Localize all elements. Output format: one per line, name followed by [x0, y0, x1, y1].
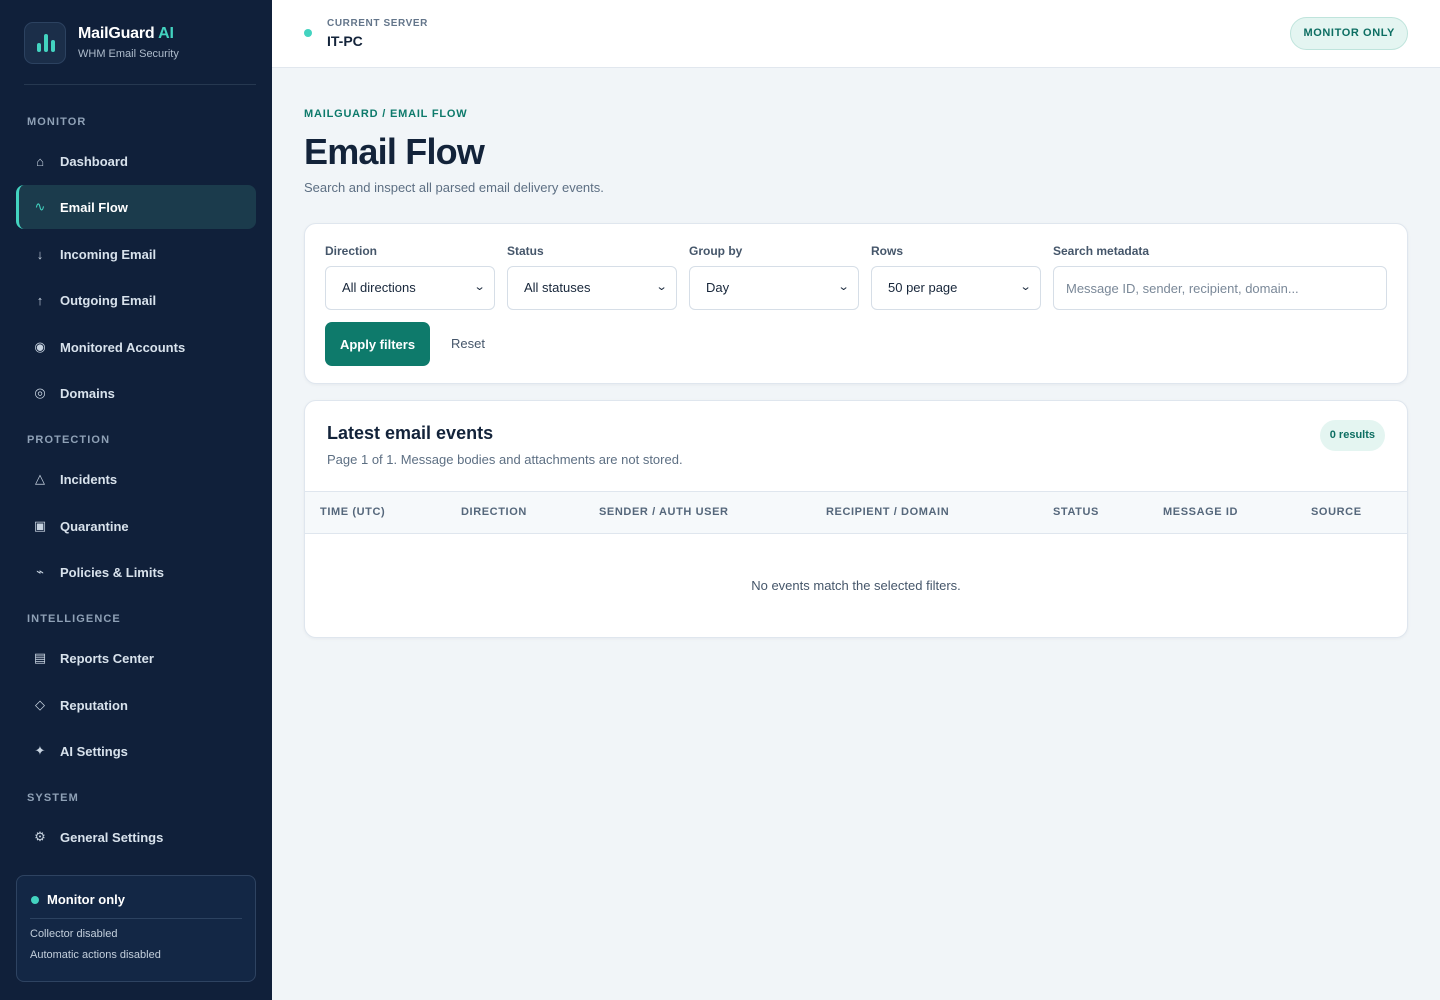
rows-label: Rows	[871, 244, 904, 258]
sidebar-item-ai-settings[interactable]: ✦ AI Settings	[16, 729, 256, 773]
direction-select-value: All directions	[342, 280, 416, 295]
chevron-down-icon: ⌄	[655, 281, 668, 293]
sidebar-item-label: AI Settings	[60, 743, 128, 759]
sidebar-item-label: Dashboard	[60, 153, 128, 169]
search-input[interactable]	[1053, 266, 1387, 310]
home-icon: ⌂	[36, 153, 44, 169]
sidebar-item-label: Policies & Limits	[60, 564, 165, 580]
warning-icon: △	[35, 471, 45, 486]
sidebar-item-label: Incoming Email	[60, 246, 157, 262]
section-label-intelligence: INTELLIGENCE	[27, 613, 121, 625]
direction-select[interactable]: All directions ⌄	[325, 266, 495, 310]
sidebar-item-reports-center[interactable]: ▤ Reports Center	[16, 636, 256, 680]
brand-name: MailGuard AI	[78, 25, 174, 43]
brand-subtitle: WHM Email Security	[78, 48, 179, 60]
sidebar-item-label: Email Flow	[60, 199, 128, 215]
chevron-down-icon: ⌄	[1019, 281, 1032, 293]
flow-icon: ∿	[34, 199, 46, 214]
quarantine-icon: ▣	[33, 518, 47, 533]
section-label-protection: PROTECTION	[27, 434, 111, 446]
monitor-only-badge[interactable]: MONITOR ONLY	[1290, 17, 1408, 50]
sidebar-item-incoming-email[interactable]: ↓ Incoming Email	[16, 232, 256, 276]
sidebar-item-label: Incidents	[60, 471, 118, 487]
sidebar-item-general-settings[interactable]: ⚙ General Settings	[16, 815, 256, 859]
group-by-select-value: Day	[706, 280, 730, 295]
section-label-monitor: MONITOR	[27, 116, 87, 128]
sidebar-item-label: General Settings	[60, 829, 164, 845]
logo-icon	[24, 22, 66, 64]
arrow-up-icon: ↑	[36, 292, 44, 308]
sidebar-item-email-flow[interactable]: ∿ Email Flow	[16, 185, 256, 229]
direction-label: Direction	[325, 244, 378, 258]
sidebar-item-outgoing-email[interactable]: ↑ Outgoing Email	[16, 278, 256, 322]
domains-icon: ◎	[34, 385, 46, 400]
brand-name-text: MailGuard	[78, 25, 155, 42]
column-header-time[interactable]: TIME (UTC)	[320, 506, 385, 518]
apply-filters-button[interactable]: Apply filters	[325, 322, 430, 366]
chevron-down-icon: ⌄	[473, 281, 486, 293]
events-card: Latest email events Page 1 of 1. Message…	[304, 400, 1408, 638]
policies-icon: ⌁	[36, 564, 44, 579]
accounts-icon: ◉	[34, 339, 46, 354]
sidebar: MailGuard AI WHM Email Security MONITOR …	[0, 0, 272, 1000]
status-label: Status	[507, 244, 544, 258]
sparkle-icon: ✦	[34, 743, 46, 758]
server-label: CURRENT SERVER	[327, 18, 429, 29]
column-header-source[interactable]: SOURCE	[1311, 506, 1362, 518]
empty-state-message: No events match the selected filters.	[751, 578, 961, 593]
status-select[interactable]: All statuses ⌄	[507, 266, 677, 310]
group-by-label: Group by	[689, 244, 743, 258]
chevron-down-icon: ⌄	[837, 281, 850, 293]
server-name: IT-PC	[327, 33, 363, 49]
column-header-direction[interactable]: DIRECTION	[461, 506, 527, 518]
diamond-icon: ◇	[35, 697, 45, 712]
divider	[30, 918, 242, 919]
column-header-sender[interactable]: SENDER / AUTH USER	[599, 506, 729, 518]
page-title: Email Flow	[304, 131, 485, 172]
sidebar-item-reputation[interactable]: ◇ Reputation	[16, 683, 256, 727]
status-dot-icon	[31, 896, 39, 904]
sidebar-item-label: Reports Center	[60, 650, 154, 666]
brand[interactable]: MailGuard AI WHM Email Security	[24, 22, 256, 85]
events-subtitle: Page 1 of 1. Message bodies and attachme…	[327, 452, 683, 467]
sidebar-item-incidents[interactable]: △ Incidents	[16, 457, 256, 501]
breadcrumb: MAILGUARD / EMAIL FLOW	[304, 108, 468, 120]
status-select-value: All statuses	[524, 280, 591, 295]
server-status-dot-icon	[304, 29, 312, 37]
section-label-system: SYSTEM	[27, 792, 79, 804]
results-count-badge: 0 results	[1319, 420, 1385, 451]
sidebar-item-label: Outgoing Email	[60, 292, 157, 308]
column-header-message-id[interactable]: MESSAGE ID	[1163, 506, 1238, 518]
reports-icon: ▤	[33, 650, 47, 665]
sidebar-item-label: Domains	[60, 385, 115, 401]
arrow-down-icon: ↓	[36, 246, 44, 262]
sidebar-item-monitored-accounts[interactable]: ◉ Monitored Accounts	[16, 325, 256, 369]
table-header: TIME (UTC) DIRECTION SENDER / AUTH USER …	[305, 491, 1407, 534]
status-line-collector: Collector disabled	[30, 928, 118, 940]
filters-card: Direction All directions ⌄ Status All st…	[304, 223, 1408, 384]
rows-select-value: 50 per page	[888, 280, 958, 295]
mode-status-card: Monitor only Collector disabled Automati…	[16, 875, 256, 982]
topbar: CURRENT SERVER IT-PC MONITOR ONLY	[272, 0, 1440, 68]
search-label: Search metadata	[1053, 244, 1150, 258]
page-description: Search and inspect all parsed email deli…	[304, 180, 604, 195]
status-card-title: Monitor only	[47, 892, 125, 907]
sidebar-item-quarantine[interactable]: ▣ Quarantine	[16, 504, 256, 548]
gear-icon: ⚙	[34, 829, 46, 844]
events-title: Latest email events	[327, 423, 494, 443]
group-by-select[interactable]: Day ⌄	[689, 266, 859, 310]
sidebar-item-domains[interactable]: ◎ Domains	[16, 371, 256, 415]
sidebar-item-label: Monitored Accounts	[60, 339, 186, 355]
sidebar-item-label: Reputation	[60, 697, 128, 713]
status-line-actions: Automatic actions disabled	[30, 949, 161, 961]
reset-button[interactable]: Reset	[451, 336, 485, 351]
sidebar-item-policies-limits[interactable]: ⌁ Policies & Limits	[16, 550, 256, 594]
column-header-status[interactable]: STATUS	[1053, 506, 1099, 518]
column-header-recipient[interactable]: RECIPIENT / DOMAIN	[826, 506, 949, 518]
rows-select[interactable]: 50 per page ⌄	[871, 266, 1041, 310]
sidebar-item-label: Quarantine	[60, 518, 129, 534]
brand-name-accent: AI	[158, 25, 174, 42]
sidebar-item-dashboard[interactable]: ⌂ Dashboard	[16, 139, 256, 183]
